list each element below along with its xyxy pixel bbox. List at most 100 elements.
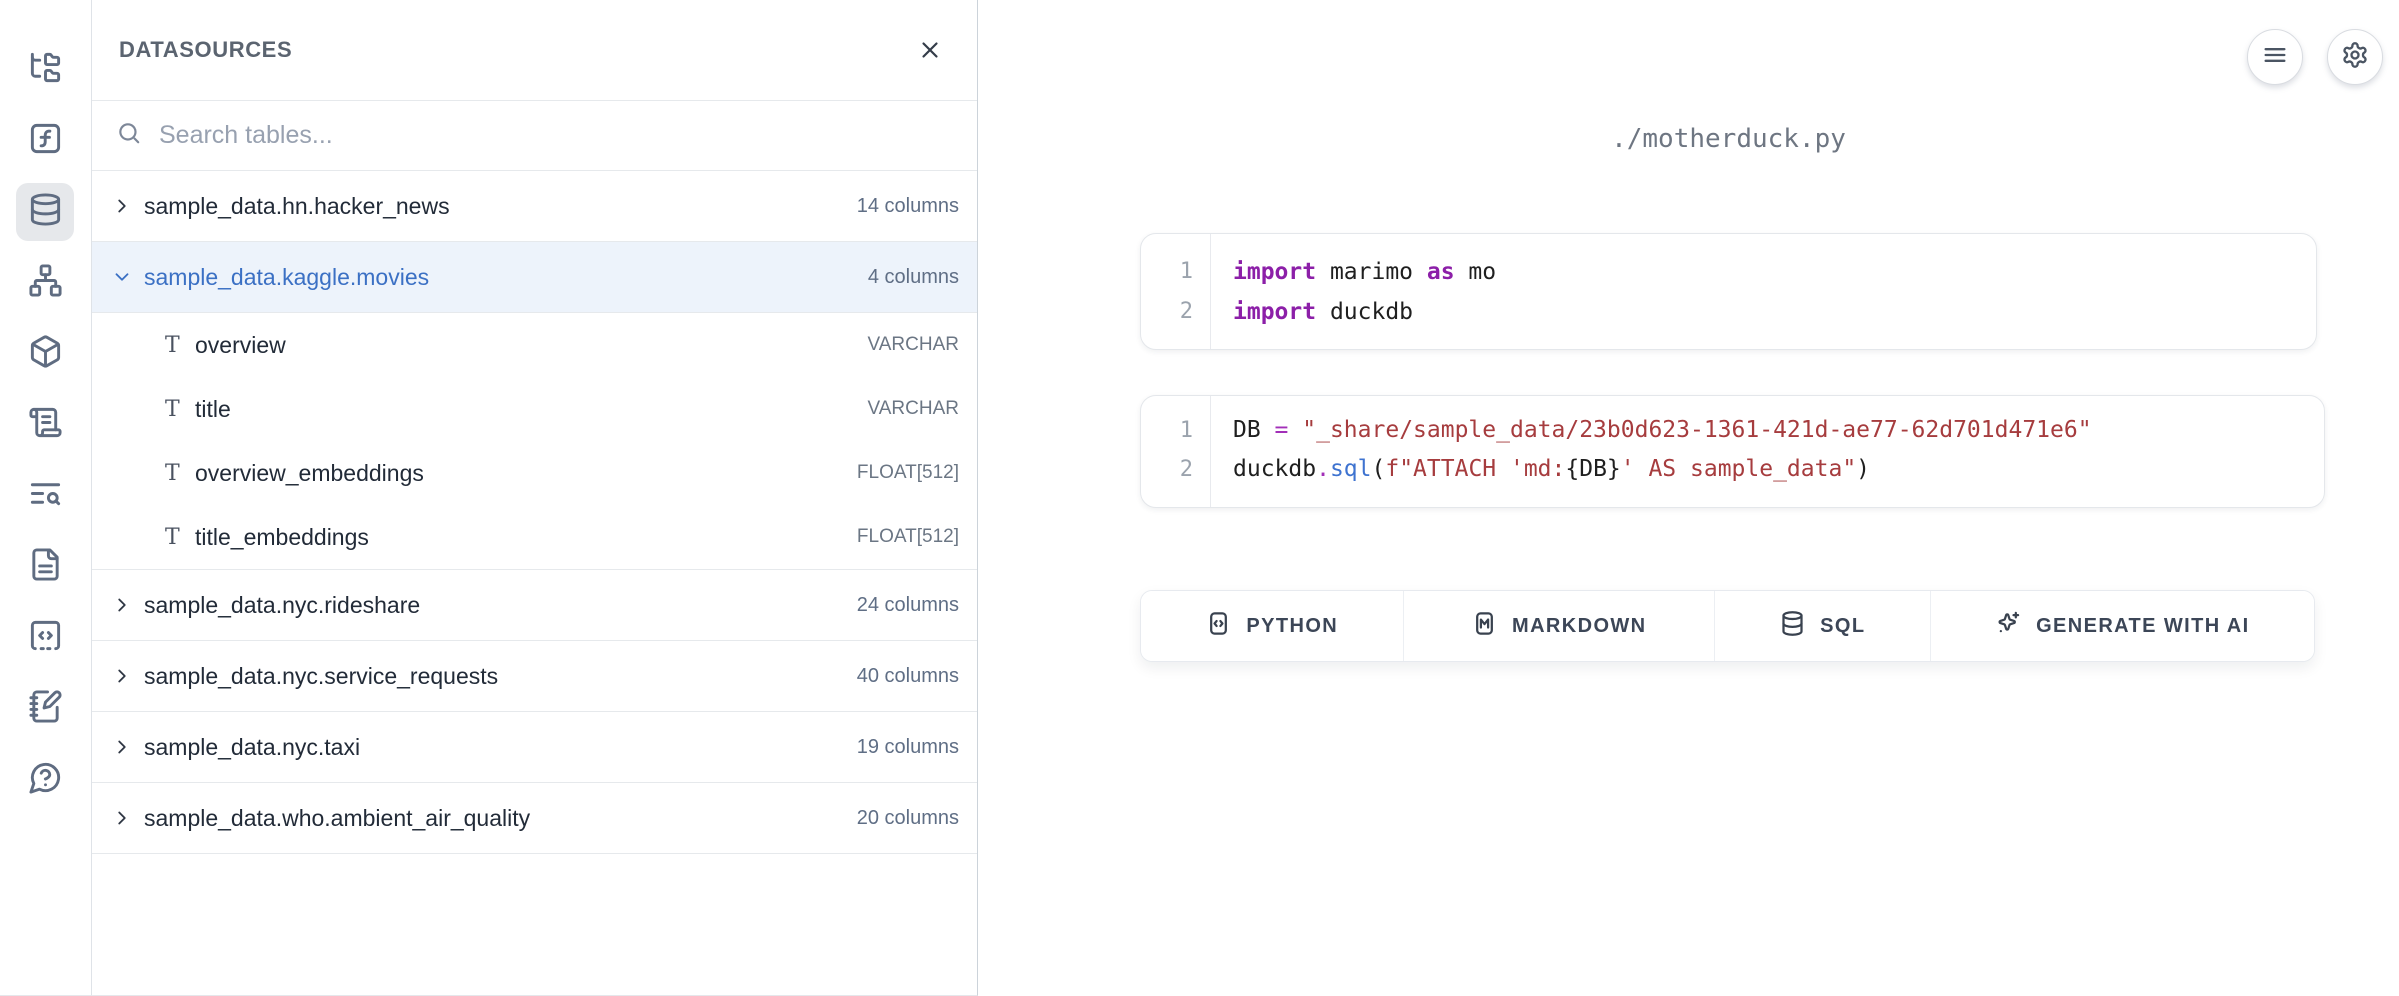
- sidebar-item-dependencies[interactable]: [16, 254, 74, 312]
- column-type: VARCHAR: [868, 334, 960, 356]
- line-number: 1: [1141, 411, 1193, 450]
- notebook-menu-button[interactable]: [2247, 29, 2303, 85]
- code-token: [1288, 417, 1302, 443]
- column-name: title: [195, 396, 231, 423]
- network-icon: [28, 263, 63, 303]
- generate-with-ai-button[interactable]: GENERATE WITH AI: [1931, 591, 2314, 661]
- table-name: sample_data.hn.hacker_news: [144, 193, 450, 220]
- column-name: title_embeddings: [195, 524, 369, 551]
- table-name: sample_data.nyc.service_requests: [144, 663, 498, 690]
- close-icon[interactable]: [913, 33, 947, 67]
- line-number-gutter: 1 2: [1141, 396, 1211, 507]
- chevron-down-icon: [111, 266, 133, 288]
- sidebar-item-packages[interactable]: [16, 325, 74, 383]
- code-editor[interactable]: import marimo as mo import duckdb: [1211, 234, 2316, 349]
- notebook-area: ./motherduck.py 1 2 import marimo as mo …: [978, 0, 2399, 996]
- add-cell-toolbar: PYTHON MARKDOWN SQL GENERATE WITH AI: [1140, 590, 2315, 662]
- code-editor[interactable]: DB = "_share/sample_data/23b0d623-1361-4…: [1211, 396, 2324, 507]
- datasources-panel: DATASOURCES sample_data.hn.hacker_news 1…: [92, 0, 978, 996]
- chevron-right-icon: [111, 195, 133, 217]
- search-input[interactable]: [159, 121, 957, 150]
- scroll-text-icon: [28, 405, 63, 445]
- add-python-cell-button[interactable]: PYTHON: [1141, 591, 1404, 661]
- button-label: MARKDOWN: [1512, 615, 1647, 638]
- settings-button[interactable]: [2327, 29, 2383, 85]
- text-search-icon: [28, 476, 63, 516]
- sidebar-item-snippets[interactable]: [16, 609, 74, 667]
- column-row-title-embeddings[interactable]: T title_embeddings FLOAT[512]: [92, 505, 977, 569]
- box-icon: [28, 334, 63, 374]
- gear-icon: [2341, 41, 2369, 74]
- sidebar-item-logs[interactable]: [16, 396, 74, 454]
- folder-tree-icon: [28, 50, 63, 90]
- code-square-icon: [1205, 610, 1232, 642]
- table-column-count: 24 columns: [857, 594, 959, 617]
- chevron-right-icon: [111, 807, 133, 829]
- search-row: [92, 101, 977, 171]
- code-line: import marimo as mo: [1233, 252, 2316, 292]
- table-row-taxi[interactable]: sample_data.nyc.taxi 19 columns: [92, 712, 977, 783]
- chevron-right-icon: [111, 594, 133, 616]
- sidebar-item-chat[interactable]: [16, 751, 74, 809]
- code-line: import duckdb: [1233, 292, 2316, 332]
- table-name: sample_data.kaggle.movies: [144, 264, 429, 291]
- sidebar-item-documentation[interactable]: [16, 538, 74, 596]
- helper-panel-rail: [0, 0, 92, 996]
- sidebar-item-files[interactable]: [16, 41, 74, 99]
- code-token: as: [1427, 259, 1455, 285]
- column-name: overview_embeddings: [195, 460, 424, 487]
- table-row-ambient-air-quality[interactable]: sample_data.who.ambient_air_quality 20 c…: [92, 783, 977, 854]
- sidebar-item-datasources[interactable]: [16, 183, 74, 241]
- column-row-title[interactable]: T title VARCHAR: [92, 377, 977, 441]
- type-text-icon: T: [165, 461, 195, 486]
- sidebar-item-variables[interactable]: [16, 112, 74, 170]
- table-column-count: 19 columns: [857, 736, 959, 759]
- code-token: import: [1233, 259, 1316, 285]
- table-row-kaggle-movies[interactable]: sample_data.kaggle.movies 4 columns: [92, 242, 977, 313]
- code-token: import: [1233, 299, 1316, 325]
- line-number: 2: [1141, 292, 1193, 332]
- column-list: T overview VARCHAR T title VARCHAR T ove…: [92, 313, 977, 570]
- code-token: DB: [1233, 417, 1275, 443]
- table-name: sample_data.who.ambient_air_quality: [144, 805, 530, 832]
- code-token: {DB}: [1565, 456, 1620, 482]
- sparkles-icon: [1995, 610, 2022, 642]
- panel-title: DATASOURCES: [119, 37, 292, 63]
- code-cell-imports[interactable]: 1 2 import marimo as mo import duckdb: [1140, 233, 2317, 350]
- square-code-icon: [28, 618, 63, 658]
- code-token: .: [1316, 456, 1330, 482]
- line-number: 1: [1141, 252, 1193, 292]
- line-number-gutter: 1 2: [1141, 234, 1211, 349]
- code-token: f"ATTACH 'md:: [1385, 456, 1565, 482]
- button-label: SQL: [1820, 615, 1865, 638]
- column-type: FLOAT[512]: [857, 526, 959, 548]
- column-row-overview-embeddings[interactable]: T overview_embeddings FLOAT[512]: [92, 441, 977, 505]
- code-token: "_share/sample_data/23b0d623-1361-421d-a…: [1302, 417, 2091, 443]
- table-row-hacker-news[interactable]: sample_data.hn.hacker_news 14 columns: [92, 171, 977, 242]
- code-token: =: [1275, 417, 1289, 443]
- markdown-square-icon: [1471, 610, 1498, 642]
- sidebar-item-scratchpad[interactable]: [16, 680, 74, 738]
- table-column-count: 4 columns: [868, 266, 959, 289]
- marimo-app: DATASOURCES sample_data.hn.hacker_news 1…: [0, 0, 2399, 996]
- type-text-icon: T: [165, 397, 195, 422]
- table-column-count: 14 columns: [857, 195, 959, 218]
- add-markdown-cell-button[interactable]: MARKDOWN: [1404, 591, 1715, 661]
- function-square-icon: [28, 121, 63, 161]
- sidebar-item-outline[interactable]: [16, 467, 74, 525]
- code-token: ): [1856, 456, 1870, 482]
- code-cell-attach-db[interactable]: 1 2 DB = "_share/sample_data/23b0d623-13…: [1140, 395, 2325, 508]
- code-token: sql: [1330, 456, 1372, 482]
- column-type: FLOAT[512]: [857, 462, 959, 484]
- table-row-rideshare[interactable]: sample_data.nyc.rideshare 24 columns: [92, 570, 977, 641]
- table-row-service-requests[interactable]: sample_data.nyc.service_requests 40 colu…: [92, 641, 977, 712]
- menu-icon: [2261, 41, 2289, 74]
- column-row-overview[interactable]: T overview VARCHAR: [92, 313, 977, 377]
- add-sql-cell-button[interactable]: SQL: [1715, 591, 1931, 661]
- chevron-right-icon: [111, 736, 133, 758]
- chevron-right-icon: [111, 665, 133, 687]
- chat-question-icon: [28, 760, 63, 800]
- code-token: (: [1372, 456, 1386, 482]
- table-column-count: 40 columns: [857, 665, 959, 688]
- code-token: duckdb: [1233, 456, 1316, 482]
